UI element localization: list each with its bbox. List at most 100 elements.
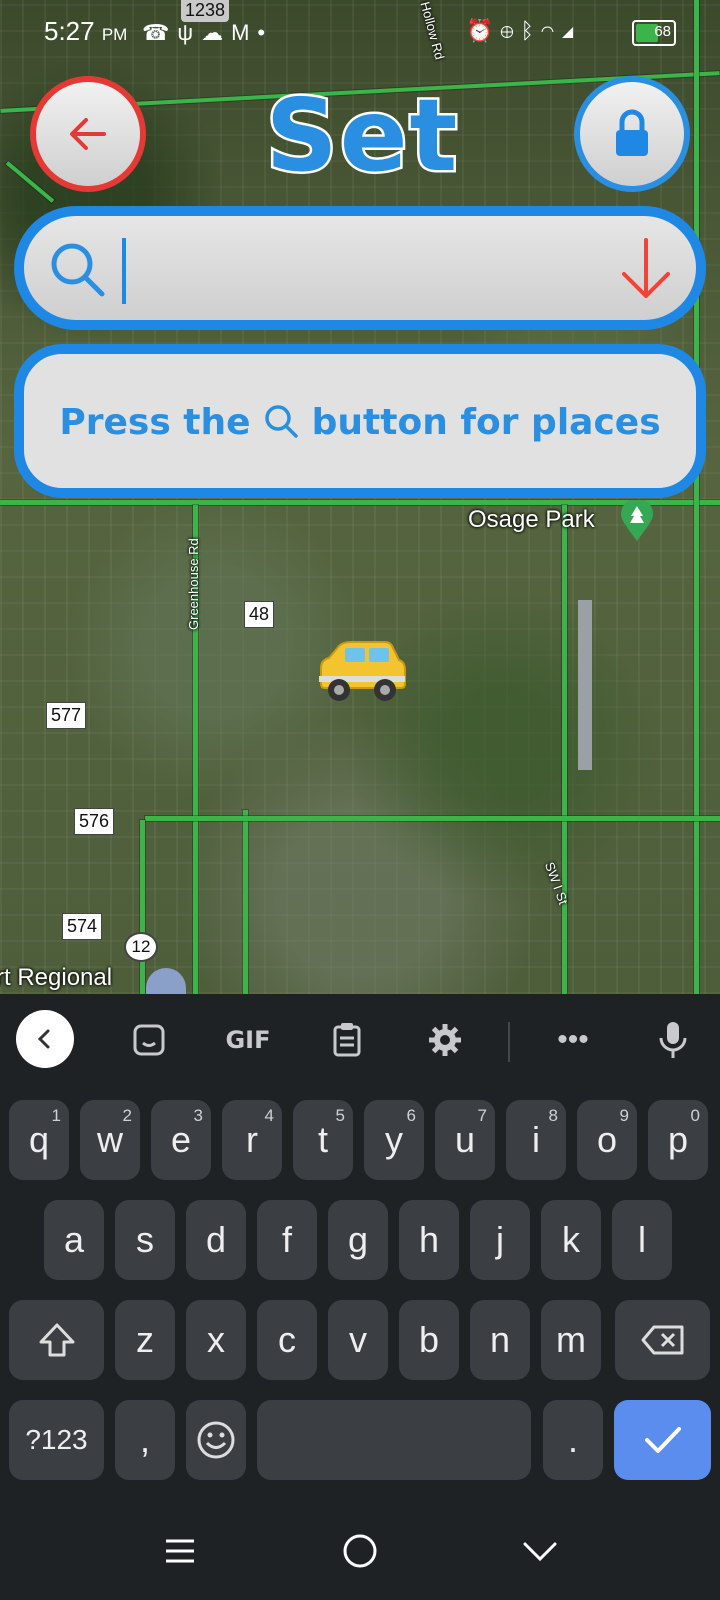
comma-key[interactable]: , bbox=[115, 1400, 175, 1480]
home-icon bbox=[343, 1534, 377, 1568]
key-i[interactable]: i8 bbox=[506, 1100, 566, 1180]
key-l[interactable]: l bbox=[612, 1200, 672, 1280]
settings-button[interactable] bbox=[420, 1012, 470, 1068]
dot-icon: • bbox=[257, 20, 274, 45]
key-label: m bbox=[556, 1319, 586, 1360]
key-label: h bbox=[418, 1219, 440, 1260]
map-road bbox=[694, 0, 699, 994]
gear-icon bbox=[429, 1024, 461, 1056]
home-button[interactable] bbox=[330, 1526, 390, 1576]
key-label: r bbox=[246, 1119, 258, 1160]
backspace-key[interactable] bbox=[615, 1300, 710, 1380]
vehicle-marker-icon bbox=[315, 640, 407, 706]
counter-chip: 1238 bbox=[181, 0, 229, 22]
key-a[interactable]: a bbox=[44, 1200, 104, 1280]
key-label: x bbox=[207, 1319, 225, 1360]
key-t[interactable]: t5 bbox=[293, 1100, 353, 1180]
route-shield: 12 bbox=[124, 932, 158, 962]
period-key[interactable]: . bbox=[543, 1400, 603, 1480]
place-label[interactable]: Osage Park bbox=[468, 506, 595, 534]
key-number-hint: 1 bbox=[51, 1106, 61, 1125]
key-z[interactable]: z bbox=[115, 1300, 175, 1380]
key-r[interactable]: r4 bbox=[222, 1100, 282, 1180]
key-y[interactable]: y6 bbox=[364, 1100, 424, 1180]
key-s[interactable]: s bbox=[115, 1200, 175, 1280]
hint-suffix: button for places bbox=[311, 402, 661, 443]
key-o[interactable]: o9 bbox=[577, 1100, 637, 1180]
wifi-icon: ◠ bbox=[540, 18, 562, 43]
key-c[interactable]: c bbox=[257, 1300, 317, 1380]
key-label: z bbox=[136, 1319, 154, 1360]
shift-key[interactable] bbox=[9, 1300, 104, 1380]
key-label: b bbox=[418, 1319, 440, 1360]
space-key[interactable] bbox=[257, 1400, 531, 1480]
key-g[interactable]: g bbox=[328, 1200, 388, 1280]
back-button[interactable] bbox=[30, 76, 146, 192]
airport-runway bbox=[578, 600, 592, 770]
key-e[interactable]: e3 bbox=[151, 1100, 211, 1180]
gmail-icon: M bbox=[231, 20, 258, 45]
key-f[interactable]: f bbox=[257, 1200, 317, 1280]
mic-icon bbox=[659, 1022, 687, 1058]
gif-button[interactable]: GIF bbox=[218, 1012, 278, 1068]
key-label: a bbox=[63, 1219, 85, 1260]
key-k[interactable]: k bbox=[541, 1200, 601, 1280]
search-input[interactable] bbox=[130, 234, 614, 306]
done-key[interactable] bbox=[614, 1400, 711, 1480]
key-m[interactable]: m bbox=[541, 1300, 601, 1380]
key-label: l bbox=[638, 1219, 646, 1260]
status-time: 5:27 PM bbox=[44, 16, 128, 46]
check-icon bbox=[644, 1427, 681, 1453]
key-j[interactable]: j bbox=[470, 1200, 530, 1280]
key-n[interactable]: n bbox=[470, 1300, 530, 1380]
key-label: o bbox=[596, 1119, 618, 1160]
key-p[interactable]: p0 bbox=[648, 1100, 708, 1180]
key-h[interactable]: h bbox=[399, 1200, 459, 1280]
arrow-down-icon[interactable] bbox=[618, 236, 674, 302]
key-label: s bbox=[136, 1219, 154, 1260]
mic-button[interactable] bbox=[648, 1012, 698, 1068]
navigation-bar bbox=[0, 1498, 720, 1600]
search-bar[interactable] bbox=[14, 206, 706, 330]
key-b[interactable]: b bbox=[399, 1300, 459, 1380]
backspace-icon bbox=[641, 1325, 683, 1355]
road-label: Greenhouse Rd bbox=[186, 538, 201, 630]
key-label: i bbox=[532, 1119, 540, 1160]
chevron-left-icon bbox=[37, 1029, 50, 1049]
text-cursor bbox=[122, 238, 126, 304]
clipboard-button[interactable] bbox=[322, 1012, 372, 1068]
emoji-icon bbox=[197, 1421, 235, 1459]
emoji-key[interactable] bbox=[186, 1400, 246, 1480]
key-label: n bbox=[489, 1319, 511, 1360]
key-number-hint: 7 bbox=[477, 1106, 487, 1125]
clipboard-icon bbox=[333, 1023, 361, 1057]
recents-button[interactable] bbox=[150, 1526, 210, 1576]
shift-icon bbox=[39, 1323, 74, 1357]
symbols-key[interactable]: ?123 bbox=[9, 1400, 104, 1480]
key-label: f bbox=[281, 1219, 292, 1260]
location-marker-icon[interactable] bbox=[146, 968, 186, 994]
keyboard: GIF ••• ?123 , . q1w2e3r4t5y6u7i8o9p0 a sd… bbox=[0, 994, 720, 1498]
key-v[interactable]: v bbox=[328, 1300, 388, 1380]
key-u[interactable]: u7 bbox=[435, 1100, 495, 1180]
place-label[interactable]: rt Regional bbox=[0, 964, 112, 992]
map-road bbox=[243, 810, 248, 994]
key-x[interactable]: x bbox=[186, 1300, 246, 1380]
park-marker-icon[interactable] bbox=[620, 498, 654, 542]
key-label: e bbox=[170, 1119, 192, 1160]
route-badge: 576 bbox=[74, 808, 115, 835]
more-button[interactable]: ••• bbox=[548, 1012, 598, 1068]
sticker-button[interactable] bbox=[124, 1012, 174, 1068]
cloud-off-icon: ☁ bbox=[201, 20, 232, 45]
hint-prefix: Press the bbox=[59, 402, 251, 443]
map-road bbox=[145, 816, 720, 821]
key-number-hint: 5 bbox=[335, 1106, 345, 1125]
search-icon[interactable] bbox=[48, 240, 108, 300]
key-w[interactable]: w2 bbox=[80, 1100, 140, 1180]
lock-button[interactable] bbox=[574, 76, 690, 192]
key-q[interactable]: q1 bbox=[9, 1100, 69, 1180]
keyboard-back-button[interactable] bbox=[16, 1010, 74, 1068]
key-d[interactable]: d bbox=[186, 1200, 246, 1280]
bluetooth-icon: ᛒ bbox=[520, 18, 541, 43]
hide-keyboard-button[interactable] bbox=[510, 1526, 570, 1576]
